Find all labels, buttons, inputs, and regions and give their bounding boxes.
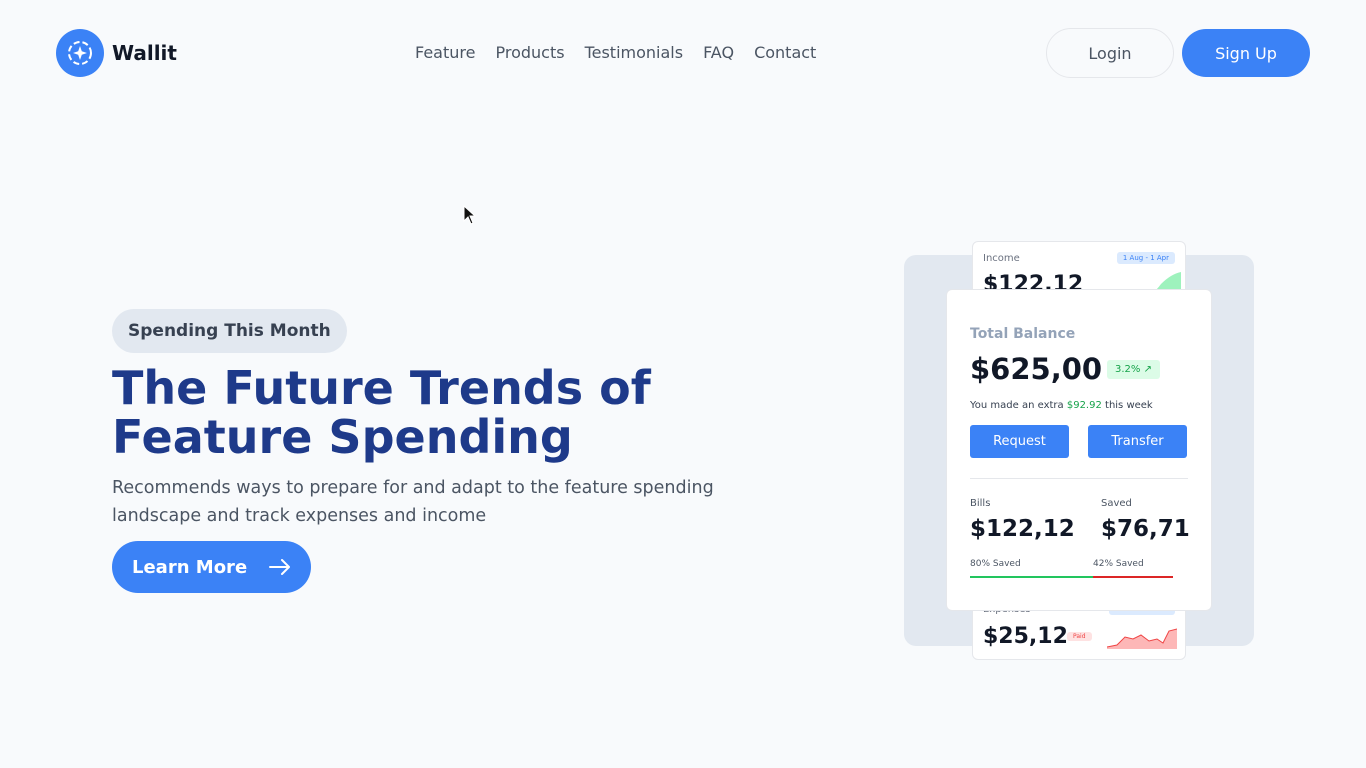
hero-description: Recommends ways to prepare for and adapt… bbox=[112, 478, 714, 526]
saved-amount: $76,71 bbox=[1101, 516, 1190, 542]
card-divider bbox=[970, 478, 1188, 479]
signup-button[interactable]: Sign Up bbox=[1182, 29, 1310, 77]
main-nav: Feature Products Testimonials FAQ Contac… bbox=[415, 44, 816, 62]
learn-more-label: Learn More bbox=[132, 556, 248, 578]
bills-amount: $122,12 bbox=[970, 516, 1075, 542]
extra-prefix: You made an extra bbox=[970, 400, 1067, 411]
saved-percent: 42% Saved bbox=[1093, 559, 1144, 569]
nav-feature[interactable]: Feature bbox=[415, 44, 475, 62]
saved-label: Saved bbox=[1101, 498, 1132, 509]
spending-pill: Spending This Month bbox=[112, 309, 347, 353]
nav-products[interactable]: Products bbox=[495, 44, 564, 62]
total-balance-amount: $625,00 bbox=[970, 352, 1103, 386]
growth-value: 3.2% bbox=[1115, 364, 1141, 375]
nav-faq[interactable]: FAQ bbox=[703, 44, 734, 62]
growth-badge: 3.2% ↗ bbox=[1107, 360, 1160, 379]
saved-progress-bar bbox=[1093, 576, 1173, 578]
learn-more-button[interactable]: Learn More bbox=[112, 541, 311, 593]
extra-earnings-note: You made an extra $92.92 this week bbox=[970, 400, 1153, 411]
total-balance-card: Total Balance $625,00 3.2% ↗ You made an… bbox=[946, 289, 1212, 611]
request-button[interactable]: Request bbox=[970, 425, 1069, 458]
nav-contact[interactable]: Contact bbox=[754, 44, 816, 62]
total-balance-label: Total Balance bbox=[970, 326, 1076, 342]
bills-label: Bills bbox=[970, 498, 991, 509]
login-button[interactable]: Login bbox=[1046, 28, 1174, 78]
hero-title: The Future Trends of Feature Spending bbox=[112, 361, 651, 464]
bills-progress-bar bbox=[970, 576, 1093, 578]
income-label: Income bbox=[983, 253, 1020, 264]
expenses-amount: $25,12 bbox=[983, 624, 1068, 649]
income-date-range: 1 Aug - 1 Apr bbox=[1116, 252, 1175, 264]
mouse-cursor-icon bbox=[463, 205, 477, 225]
brand-name: Wallit bbox=[112, 41, 177, 65]
extra-value: $92.92 bbox=[1066, 400, 1102, 411]
transfer-button[interactable]: Transfer bbox=[1088, 425, 1187, 458]
wallet-sync-icon bbox=[56, 29, 104, 77]
extra-suffix: this week bbox=[1101, 400, 1153, 411]
nav-testimonials[interactable]: Testimonials bbox=[585, 44, 684, 62]
brand-logo[interactable]: Wallit bbox=[56, 29, 177, 77]
trend-up-icon: ↗ bbox=[1143, 364, 1152, 375]
expenses-sparkline bbox=[1107, 628, 1177, 649]
arrow-right-icon bbox=[269, 559, 290, 575]
paid-badge: Paid bbox=[1067, 632, 1092, 641]
bills-saved: 80% Saved bbox=[970, 559, 1021, 569]
